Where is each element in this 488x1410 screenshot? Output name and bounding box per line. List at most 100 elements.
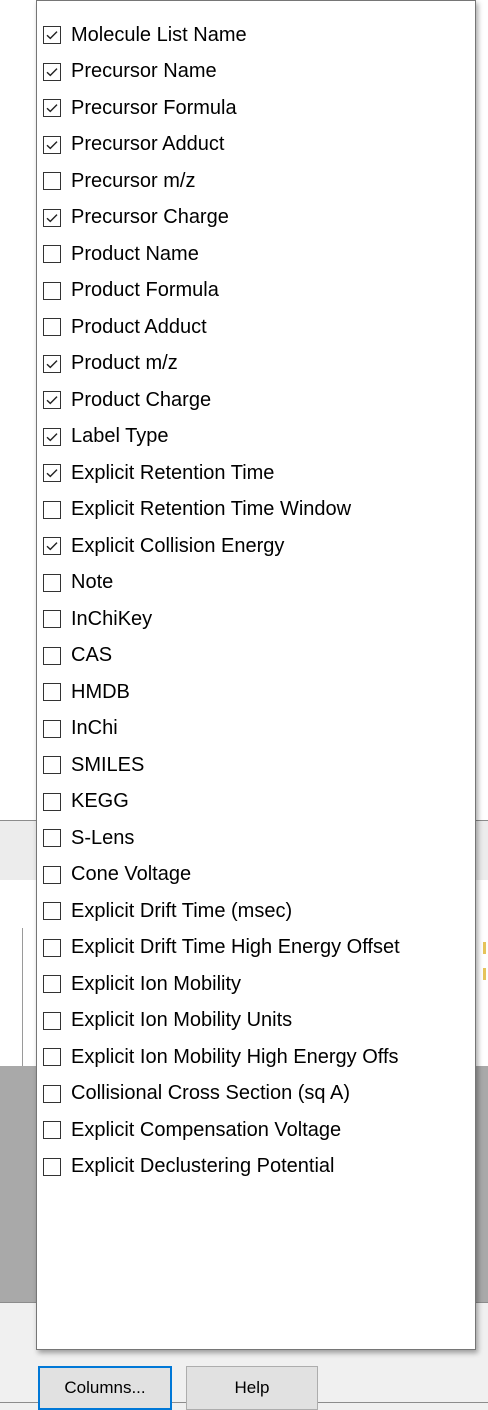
column-option-label: Explicit Drift Time (msec) [71,899,293,922]
column-option[interactable]: Precursor m/z [37,163,475,200]
column-option-label: Product Adduct [71,315,207,338]
checkbox-unchecked-icon[interactable] [43,1121,61,1140]
column-option[interactable]: S-Lens [37,820,475,857]
checkbox-unchecked-icon[interactable] [43,1084,61,1103]
columns-dropdown-list[interactable]: Molecule List Name Precursor Name Precurso… [36,0,476,1350]
column-option-label: Product Name [71,242,199,265]
checkbox-checked-icon[interactable] [43,62,61,81]
checkbox-checked-icon[interactable] [43,427,61,446]
column-option-label: Cone Voltage [71,863,192,886]
checkbox-unchecked-icon[interactable] [43,938,61,957]
column-option-label: Explicit Collision Energy [71,534,285,557]
column-option[interactable]: Explicit Compensation Voltage [37,1112,475,1149]
column-option[interactable]: KEGG [37,784,475,821]
column-option[interactable]: Molecule List Name [37,17,475,54]
column-option[interactable]: Label Type [37,419,475,456]
column-option[interactable]: Explicit Drift Time (msec) [37,893,475,930]
column-option-label: Explicit Drift Time High Energy Offset [71,936,400,959]
checkbox-unchecked-icon[interactable] [43,792,61,811]
checkbox-unchecked-icon[interactable] [43,1011,61,1030]
warning-indicator [483,968,486,980]
column-option[interactable]: Explicit Collision Energy [37,528,475,565]
column-option[interactable]: Explicit Retention Time [37,455,475,492]
column-option[interactable]: Precursor Adduct [37,127,475,164]
column-option-label: Explicit Ion Mobility High Energy Offs [71,1045,399,1068]
column-option-label: Product Charge [71,388,212,411]
checkbox-checked-icon[interactable] [43,208,61,227]
column-option[interactable]: Explicit Ion Mobility High Energy Offs [37,1039,475,1076]
checkbox-unchecked-icon[interactable] [43,500,61,519]
column-option-label: InChiKey [71,607,153,630]
column-option[interactable]: Product Name [37,236,475,273]
columns-button[interactable]: Columns... [38,1366,172,1410]
column-option[interactable]: Explicit Retention Time Window [37,492,475,529]
column-option[interactable]: Collisional Cross Section (sq A) [37,1076,475,1113]
column-option[interactable]: Explicit Drift Time High Energy Offset [37,930,475,967]
checkbox-unchecked-icon[interactable] [43,1048,61,1067]
column-option-label: Collisional Cross Section (sq A) [71,1082,350,1105]
column-option-label: Explicit Declustering Potential [71,1155,335,1178]
checkbox-unchecked-icon[interactable] [43,1157,61,1176]
column-option[interactable]: Product m/z [37,346,475,383]
column-option-label: Explicit Retention Time Window [71,498,352,521]
column-option[interactable]: Explicit Ion Mobility Units [37,1003,475,1040]
checkbox-unchecked-icon[interactable] [43,865,61,884]
column-option[interactable]: Explicit Declustering Potential [37,1149,475,1186]
checkbox-unchecked-icon[interactable] [43,573,61,592]
checkbox-unchecked-icon[interactable] [43,756,61,775]
column-option[interactable]: Product Charge [37,382,475,419]
column-option-label: Precursor Name [71,60,217,83]
checkbox-unchecked-icon[interactable] [43,318,61,337]
checkbox-checked-icon[interactable] [43,99,61,118]
column-option[interactable]: Precursor Charge [37,200,475,237]
column-option-label: Explicit Compensation Voltage [71,1118,342,1141]
column-option-label: Label Type [71,425,169,448]
column-option[interactable]: CAS [37,638,475,675]
column-option[interactable]: Product Formula [37,273,475,310]
column-checklist: Molecule List Name Precursor Name Precurso… [37,17,475,1185]
help-button[interactable]: Help [186,1366,318,1410]
column-option[interactable]: InChi [37,711,475,748]
checkbox-unchecked-icon[interactable] [43,719,61,738]
column-option-label: Explicit Retention Time [71,461,275,484]
checkbox-checked-icon[interactable] [43,354,61,373]
checkbox-unchecked-icon[interactable] [43,610,61,629]
column-option-label: Explicit Ion Mobility [71,972,242,995]
checkbox-unchecked-icon[interactable] [43,646,61,665]
column-option-label: Precursor Charge [71,206,229,229]
grid-empty-area-right [476,1066,488,1302]
column-option[interactable]: InChiKey [37,601,475,638]
checkbox-unchecked-icon[interactable] [43,172,61,191]
column-option-label: Molecule List Name [71,23,247,46]
column-option-label: KEGG [71,790,129,813]
column-option-label: Explicit Ion Mobility Units [71,1009,293,1032]
checkbox-checked-icon[interactable] [43,135,61,154]
column-option[interactable]: SMILES [37,747,475,784]
column-option-label: HMDB [71,680,130,703]
checkbox-unchecked-icon[interactable] [43,245,61,264]
column-option[interactable]: Cone Voltage [37,857,475,894]
checkbox-unchecked-icon[interactable] [43,975,61,994]
column-option[interactable]: Precursor Name [37,54,475,91]
column-option-label: Precursor Adduct [71,133,225,156]
checkbox-checked-icon[interactable] [43,26,61,45]
checkbox-checked-icon[interactable] [43,391,61,410]
column-option-label: Note [71,571,114,594]
column-option[interactable]: Precursor Formula [37,90,475,127]
checkbox-checked-icon[interactable] [43,537,61,556]
column-option-label: SMILES [71,753,145,776]
column-option-label: InChi [71,717,118,740]
checkbox-unchecked-icon[interactable] [43,902,61,921]
checkbox-checked-icon[interactable] [43,464,61,483]
checkbox-unchecked-icon[interactable] [43,683,61,702]
column-option-label: S-Lens [71,826,135,849]
column-option[interactable]: Explicit Ion Mobility [37,966,475,1003]
column-option[interactable]: Product Adduct [37,309,475,346]
checkbox-unchecked-icon[interactable] [43,281,61,300]
column-option-label: CAS [71,644,113,667]
column-option-label: Product m/z [71,352,178,375]
column-option[interactable]: HMDB [37,674,475,711]
checkbox-unchecked-icon[interactable] [43,829,61,848]
column-option-label: Precursor Formula [71,96,237,119]
column-option[interactable]: Note [37,565,475,602]
